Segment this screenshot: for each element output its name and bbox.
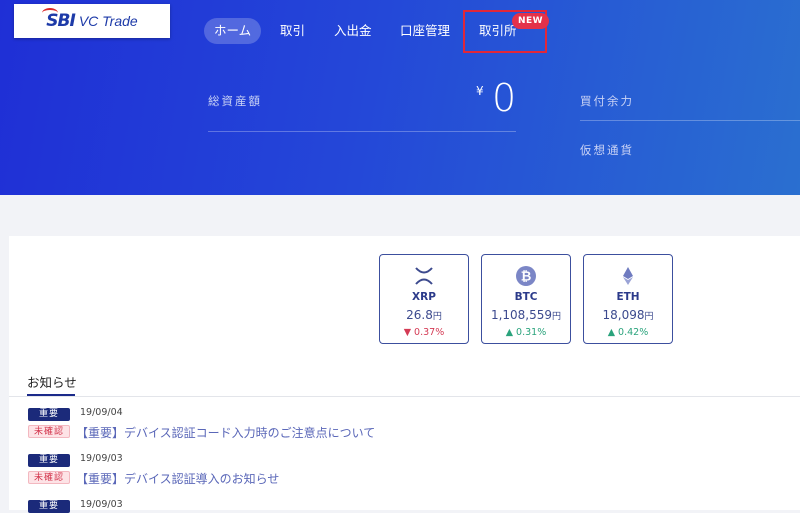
news-section-title: お知らせ	[27, 375, 77, 390]
important-badge: 重要	[28, 500, 70, 513]
news-date: 19/09/03	[80, 453, 123, 464]
coin-card-xrp[interactable]: XRP 26.8円 ▼ 0.37%	[379, 254, 469, 344]
nav-trade[interactable]: 取引	[280, 18, 305, 44]
important-badge: 重要	[28, 408, 70, 421]
coin-symbol: BTC	[514, 291, 538, 303]
new-badge: NEW	[512, 13, 550, 29]
total-assets-value: 0	[492, 76, 517, 120]
divider	[9, 396, 800, 397]
coin-change: ▲ 0.42%	[607, 327, 649, 338]
sbi-vc-trade-logo[interactable]: SBI VC Trade	[14, 4, 170, 38]
news-date: 19/09/03	[80, 499, 123, 510]
news-link[interactable]: 【重要】デバイス認証コード入力時のご注意点について	[76, 424, 375, 441]
coin-change: ▲ 0.31%	[505, 327, 547, 338]
coin-card-btc[interactable]: ₿ BTC 1,108,559円 ▲ 0.31%	[481, 254, 571, 344]
buying-power-label: 買付余力	[580, 94, 634, 108]
news-date: 19/09/04	[80, 407, 123, 418]
xrp-icon	[380, 265, 468, 287]
coin-symbol: ETH	[616, 291, 640, 303]
coin-price: 18,098円	[602, 308, 654, 322]
divider	[208, 131, 516, 132]
currency-symbol: ¥	[476, 84, 484, 98]
logo-brand: SBI	[42, 8, 76, 31]
nav-home[interactable]: ホーム	[204, 18, 262, 44]
ethereum-icon	[584, 265, 672, 287]
coin-price: 1,108,559円	[490, 308, 562, 322]
coin-change: ▼ 0.37%	[403, 327, 445, 338]
total-assets-label: 総資産額	[208, 94, 262, 108]
svg-text:₿: ₿	[521, 270, 532, 285]
coin-price: 26.8円	[406, 308, 442, 322]
important-badge: 重要	[28, 454, 70, 467]
unconfirmed-badge: 未確認	[28, 425, 70, 438]
crypto-label: 仮想通貨	[580, 143, 634, 157]
news-link[interactable]: 【重要】デバイス認証導入のお知らせ	[76, 470, 279, 487]
logo-product: VC Trade	[78, 13, 138, 29]
coin-card-eth[interactable]: ETH 18,098円 ▲ 0.42%	[583, 254, 673, 344]
coin-symbol: XRP	[412, 291, 436, 303]
nav-account-management[interactable]: 口座管理	[400, 18, 450, 44]
bitcoin-icon: ₿	[482, 265, 570, 287]
unconfirmed-badge: 未確認	[28, 471, 70, 484]
divider	[580, 120, 800, 121]
nav-deposit-withdraw[interactable]: 入出金	[334, 18, 372, 44]
